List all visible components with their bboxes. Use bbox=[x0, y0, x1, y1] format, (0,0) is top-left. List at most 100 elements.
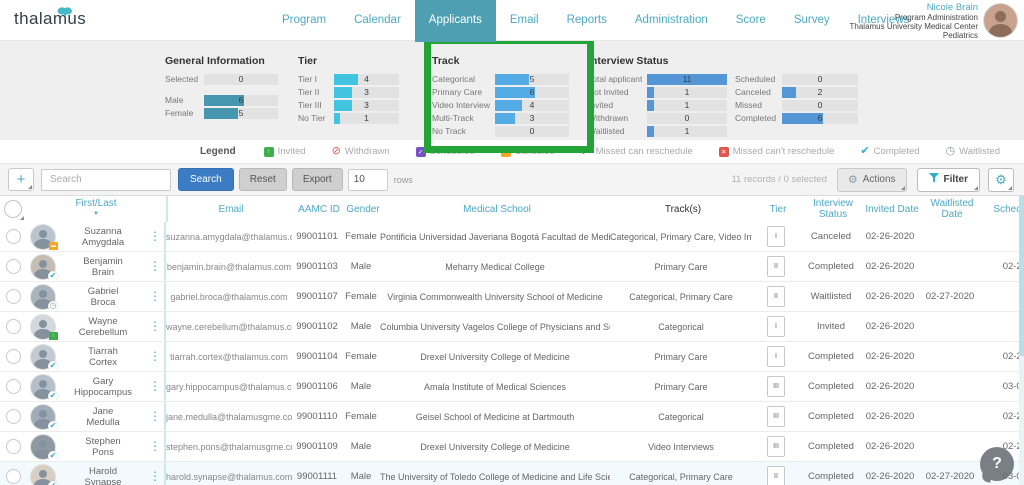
legend-item-label: Waitlisted bbox=[959, 146, 1000, 157]
sort-desc-icon: ▼ bbox=[93, 209, 99, 219]
table-row[interactable]: ✔ Tiarrah Cortex ⋮ tiarrah.cortex@thalam… bbox=[0, 342, 1024, 372]
stat-label: Waitlisted bbox=[588, 126, 642, 136]
cell-email: suzanna.amygdala@thalamus.com bbox=[166, 232, 292, 242]
search-input[interactable] bbox=[41, 169, 171, 191]
nav-item-5[interactable]: Administration bbox=[621, 0, 722, 40]
applicant-avatar[interactable]: ▬ bbox=[30, 224, 56, 250]
cell-scheduled-date: 02-27-2020 bbox=[982, 261, 1024, 272]
nav-item-6[interactable]: Score bbox=[722, 0, 780, 40]
stat-bar-track: 0 bbox=[782, 74, 858, 85]
add-applicant-button[interactable]: + bbox=[8, 168, 34, 191]
tier-selector[interactable]: I bbox=[767, 346, 785, 367]
row-menu-button[interactable]: ⋮ bbox=[146, 402, 166, 431]
table-row[interactable]: ✔ Jane Medulla ⋮ jane.medulla@thalamusgm… bbox=[0, 402, 1024, 432]
row-select-checkbox[interactable] bbox=[6, 319, 21, 334]
column-header-tier[interactable]: Tier bbox=[754, 204, 802, 215]
applicant-avatar[interactable]: ✔ bbox=[30, 434, 56, 460]
applicant-avatar[interactable]: ↑ bbox=[30, 314, 56, 340]
stat-value: 11 bbox=[647, 74, 727, 85]
applicant-avatar[interactable]: ✔ bbox=[30, 464, 56, 485]
row-menu-button[interactable]: ⋮ bbox=[146, 312, 166, 341]
nav-item-7[interactable]: Survey bbox=[780, 0, 844, 40]
applicant-avatar[interactable]: ◷ bbox=[30, 284, 56, 310]
column-header-email[interactable]: Email bbox=[168, 204, 294, 215]
column-header-interview-status[interactable]: Interview Status bbox=[802, 198, 864, 220]
stat-label: Canceled bbox=[735, 87, 777, 97]
column-header-medical-school[interactable]: Medical School bbox=[382, 204, 612, 215]
tier-selector[interactable]: II bbox=[767, 286, 785, 307]
tier-selector[interactable]: III bbox=[767, 406, 785, 427]
applicant-avatar[interactable]: ✔ bbox=[30, 344, 56, 370]
tier-selector[interactable]: III bbox=[767, 436, 785, 457]
reset-button[interactable]: Reset bbox=[239, 168, 287, 191]
table-row[interactable]: ▬ Suzanna Amygdala ⋮ suzanna.amygdala@th… bbox=[0, 222, 1024, 252]
row-select-checkbox[interactable] bbox=[6, 379, 21, 394]
select-all-checkbox[interactable] bbox=[4, 200, 22, 218]
tier-selector[interactable]: I bbox=[767, 226, 785, 247]
table-row[interactable]: ◷ Gabriel Broca ⋮ gabriel.broca@thalamus… bbox=[0, 282, 1024, 312]
column-header-gender[interactable]: Gender bbox=[344, 204, 382, 215]
column-header-scheduled-date[interactable]: Scheduled Date bbox=[984, 204, 1024, 215]
filter-button[interactable]: Filter bbox=[917, 168, 980, 192]
row-menu-button[interactable]: ⋮ bbox=[146, 222, 166, 251]
rows-per-page-input[interactable] bbox=[348, 169, 388, 191]
column-header-waitlisted-date[interactable]: Waitlisted Date bbox=[920, 198, 984, 220]
row-select-checkbox[interactable] bbox=[6, 259, 21, 274]
applicant-avatar[interactable]: ✔ bbox=[30, 404, 56, 430]
thalamus-logo[interactable]: thalamus bbox=[14, 9, 86, 29]
row-select-checkbox[interactable] bbox=[6, 349, 21, 364]
tier-selector[interactable]: I bbox=[767, 316, 785, 337]
user-info[interactable]: Nicole Brain Program Administration Thal… bbox=[850, 3, 979, 40]
records-count: 11 records / 0 selected bbox=[731, 174, 826, 185]
table-row[interactable]: ✔ Gary Hippocampus ⋮ gary.hippocampus@th… bbox=[0, 372, 1024, 402]
tier-selector[interactable]: II bbox=[767, 466, 785, 485]
row-menu-button[interactable]: ⋮ bbox=[146, 252, 166, 281]
stat-label: No Tier bbox=[298, 113, 329, 123]
table-row[interactable]: ↑ Wayne Cerebellum ⋮ wayne.cerebellum@th… bbox=[0, 312, 1024, 342]
row-select-checkbox[interactable] bbox=[6, 439, 21, 454]
actions-button[interactable]: ⚙ Actions bbox=[837, 168, 907, 192]
column-header-first-last[interactable]: First/Last ▼ bbox=[26, 196, 168, 222]
user-avatar[interactable] bbox=[983, 3, 1018, 38]
row-select-checkbox[interactable] bbox=[6, 409, 21, 424]
help-button[interactable]: ? bbox=[980, 447, 1014, 481]
row-menu-button[interactable]: ⋮ bbox=[146, 282, 166, 311]
nav-item-4[interactable]: Reports bbox=[553, 0, 621, 40]
row-select-checkbox[interactable] bbox=[6, 229, 21, 244]
row-menu-button[interactable]: ⋮ bbox=[146, 462, 166, 485]
cell-aamc-id: 99001102 bbox=[292, 321, 342, 332]
row-select-checkbox[interactable] bbox=[6, 469, 21, 484]
nav-item-2[interactable]: Applicants bbox=[415, 0, 496, 42]
export-button[interactable]: Export bbox=[292, 168, 343, 191]
tier-selector[interactable]: II bbox=[767, 256, 785, 277]
applicant-avatar[interactable]: ✔ bbox=[30, 254, 56, 280]
column-header-aamc-id[interactable]: AAMC ID bbox=[294, 204, 344, 215]
column-header-invited-date[interactable]: Invited Date bbox=[864, 204, 920, 215]
cell-interview-status: Completed bbox=[800, 471, 862, 482]
table-row[interactable]: ✔ Stephen Pons ⋮ stephen.pons@thalamusgm… bbox=[0, 432, 1024, 462]
table-scrollbar[interactable] bbox=[1019, 196, 1024, 485]
row-menu-button[interactable]: ⋮ bbox=[146, 432, 166, 461]
column-header-tracks[interactable]: Track(s) bbox=[612, 204, 754, 215]
stat-bar-track: 1 bbox=[334, 113, 399, 124]
nav-item-3[interactable]: Email bbox=[496, 0, 553, 40]
row-menu-button[interactable]: ⋮ bbox=[146, 342, 166, 371]
settings-button[interactable]: ⚙ bbox=[988, 168, 1014, 192]
applicant-avatar[interactable]: ✔ bbox=[30, 374, 56, 400]
stat-value: 5 bbox=[204, 108, 278, 119]
stat-label: Missed bbox=[735, 100, 777, 110]
nav-item-1[interactable]: Calendar bbox=[340, 0, 415, 40]
stat-bar-track: 3 bbox=[334, 100, 399, 111]
table-row[interactable]: ✔ Harold Synapse ⋮ harold.synapse@thalam… bbox=[0, 462, 1024, 485]
row-menu-button[interactable]: ⋮ bbox=[146, 372, 166, 401]
nav-item-0[interactable]: Program bbox=[268, 0, 340, 40]
search-button[interactable]: Search bbox=[178, 168, 234, 191]
cell-interview-status: Completed bbox=[800, 261, 862, 272]
applicant-name: Tiarrah Cortex bbox=[60, 346, 146, 368]
stats-panel-3: Interview Status Total applicants 11 bbox=[588, 40, 727, 138]
tier-selector[interactable]: III bbox=[767, 376, 785, 397]
row-select-checkbox[interactable] bbox=[6, 289, 21, 304]
legend-7-icon: ◷ bbox=[946, 146, 956, 157]
stat-value: 3 bbox=[495, 113, 569, 124]
table-row[interactable]: ✔ Benjamin Brain ⋮ benjamin.brain@thalam… bbox=[0, 252, 1024, 282]
